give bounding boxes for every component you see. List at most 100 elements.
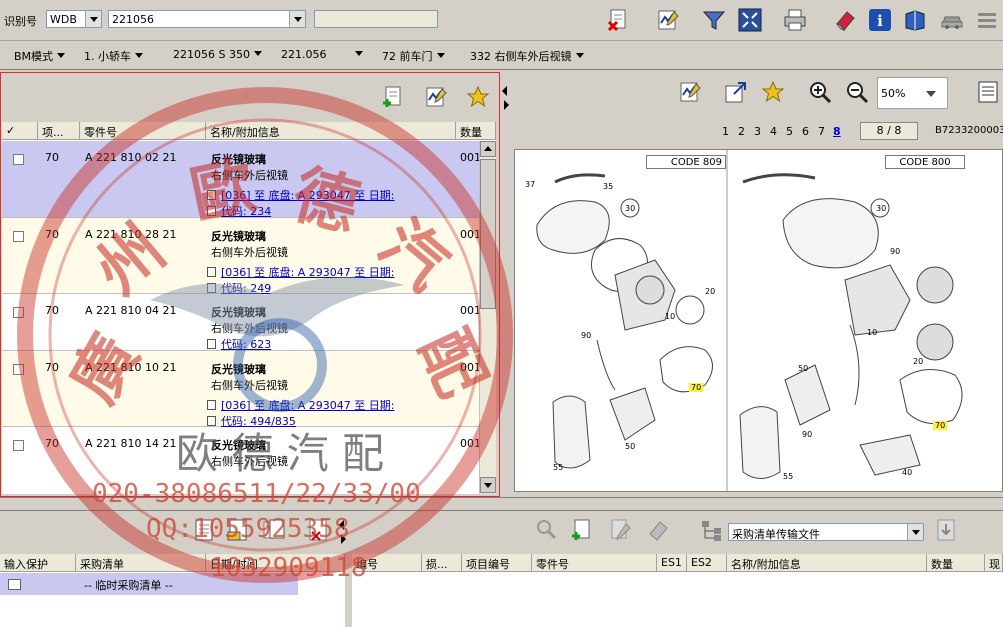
part-number: A 221 810 28 21 bbox=[85, 228, 177, 241]
page-link-8[interactable]: 8 bbox=[833, 125, 841, 138]
col-header-input-protect[interactable]: 输入保护 bbox=[0, 554, 76, 572]
scroll-thumb[interactable] bbox=[480, 159, 496, 309]
col-header-item[interactable]: 项... bbox=[38, 122, 80, 140]
col-header-check[interactable]: ✓ bbox=[2, 122, 38, 140]
ident-prefix-value: WDB bbox=[50, 13, 77, 26]
callout-label-highlight: 70 bbox=[933, 421, 948, 430]
page-link-5[interactable]: 5 bbox=[786, 125, 793, 138]
fullscreen-icon[interactable] bbox=[738, 8, 762, 32]
edit-chart-icon[interactable] bbox=[424, 85, 448, 109]
zoom-in-icon[interactable] bbox=[808, 80, 832, 104]
note-link-text[interactable]: [036] 至 底盘: A 293047 至 日期: bbox=[221, 189, 395, 202]
col-header-qty[interactable]: 数量 bbox=[927, 554, 985, 572]
code-link-text[interactable]: 代码: 234 bbox=[221, 205, 271, 218]
document-list-icon[interactable] bbox=[976, 80, 1000, 104]
table-row[interactable]: 70 A 221 810 04 21 反光镜玻璃 右侧车外后视镜 代码: 623… bbox=[2, 294, 481, 352]
part-note-link[interactable]: [036] 至 底盘: A 293047 至 日期: bbox=[207, 187, 395, 203]
col-header-qty[interactable]: 数量 bbox=[456, 122, 496, 140]
parts-scrollbar[interactable] bbox=[479, 141, 496, 494]
chevron-down-icon[interactable] bbox=[907, 524, 923, 540]
table-row[interactable]: 70 A 221 810 02 21 反光镜玻璃 右侧车外后视镜 [036] 至… bbox=[2, 141, 481, 219]
part-note-link[interactable]: [036] 至 底盘: A 293047 至 日期: bbox=[207, 397, 395, 413]
chevron-down-icon[interactable] bbox=[289, 11, 305, 27]
scroll-down-button[interactable] bbox=[480, 477, 496, 493]
note-link-text[interactable]: [036] 至 底盘: A 293047 至 日期: bbox=[221, 266, 395, 279]
code-link-text[interactable]: 代码: 623 bbox=[221, 338, 271, 351]
eraser-icon[interactable] bbox=[833, 8, 857, 32]
item-number: 70 bbox=[45, 228, 59, 241]
col-header-item-number[interactable]: 项目编号 bbox=[462, 554, 532, 572]
transfer-tree-icon[interactable] bbox=[700, 518, 724, 542]
breadcrumb-class[interactable]: 1. 小轿车 bbox=[84, 48, 143, 64]
zoom-out-icon[interactable] bbox=[845, 80, 869, 104]
star-icon[interactable] bbox=[761, 80, 785, 104]
col-header-part-number[interactable]: 零件号 bbox=[80, 122, 206, 140]
part-code-link[interactable]: 代码: 234 bbox=[207, 203, 271, 219]
splitter-collapse-left-icon[interactable] bbox=[502, 86, 507, 96]
part-note-link[interactable]: [036] 至 底盘: A 293047 至 日期: bbox=[207, 264, 395, 280]
transfer-file-select[interactable]: 采购清单传输文件 bbox=[728, 523, 924, 541]
chevron-down-icon bbox=[575, 53, 584, 58]
diagram-canvas[interactable]: CODE 809 CODE 800 37 35 30 20 90 10 70 5… bbox=[514, 149, 1003, 492]
breadcrumb-variant[interactable]: 221.056 bbox=[281, 48, 363, 61]
page-link-7[interactable]: 7 bbox=[818, 125, 825, 138]
delete-document-icon[interactable] bbox=[606, 8, 630, 32]
ident-extra-field[interactable] bbox=[314, 10, 438, 28]
eraser-icon[interactable] bbox=[646, 518, 670, 542]
col-header-name[interactable]: 名称/附加信息 bbox=[206, 122, 456, 140]
ident-number-combobox[interactable]: 221056 bbox=[108, 10, 306, 28]
temp-purchase-list-label: -- 临时采购清单 -- bbox=[84, 579, 173, 592]
add-document-icon[interactable] bbox=[381, 85, 405, 109]
breadcrumb-subgroup[interactable]: 332 右侧车外后视镜 bbox=[470, 48, 584, 64]
filter-icon[interactable] bbox=[702, 8, 726, 32]
page-count: 8 / 8 bbox=[860, 122, 918, 140]
add-document-icon[interactable] bbox=[570, 518, 594, 542]
col-header-es2[interactable]: ES2 bbox=[687, 554, 727, 572]
page-link-4[interactable]: 4 bbox=[770, 125, 777, 138]
page-link-3[interactable]: 3 bbox=[754, 125, 761, 138]
part-code-link[interactable]: 代码: 623 bbox=[207, 336, 271, 352]
col-header-es1[interactable]: ES1 bbox=[657, 554, 687, 572]
edit-chart-icon[interactable] bbox=[656, 8, 680, 32]
book-icon[interactable] bbox=[903, 8, 927, 32]
col-header-current[interactable]: 现 bbox=[985, 554, 1003, 572]
edit-document-icon[interactable] bbox=[608, 518, 632, 542]
star-icon[interactable] bbox=[466, 85, 490, 109]
info-icon[interactable]: i bbox=[868, 8, 892, 32]
callout-label: 40 bbox=[902, 468, 913, 477]
page-link-1[interactable]: 1 bbox=[722, 125, 729, 138]
page-link-6[interactable]: 6 bbox=[802, 125, 809, 138]
part-name: 反光镜玻璃 bbox=[211, 363, 266, 376]
note-link-text[interactable]: [036] 至 底盘: A 293047 至 日期: bbox=[221, 399, 395, 412]
breadcrumb-mode[interactable]: BM模式 bbox=[14, 48, 66, 64]
page-link-2[interactable]: 2 bbox=[738, 125, 745, 138]
search-tree-icon[interactable] bbox=[535, 518, 559, 542]
row-checkbox[interactable] bbox=[13, 154, 24, 165]
row-checkbox[interactable] bbox=[13, 307, 24, 318]
edit-chart-icon[interactable] bbox=[678, 80, 702, 104]
splitter-collapse-right-icon[interactable] bbox=[504, 100, 509, 110]
table-row[interactable]: 70 A 221 810 10 21 反光镜玻璃 右侧车外后视镜 [036] 至… bbox=[2, 351, 481, 428]
table-row[interactable]: 70 A 221 810 28 21 反光镜玻璃 右侧车外后视镜 [036] 至… bbox=[2, 218, 481, 295]
menu-icon[interactable] bbox=[975, 8, 999, 32]
ident-prefix-select[interactable]: WDB bbox=[46, 10, 102, 28]
chevron-down-icon[interactable] bbox=[926, 91, 936, 97]
zoom-value: 50% bbox=[881, 87, 906, 100]
row-checkbox[interactable] bbox=[13, 440, 24, 451]
scroll-up-button[interactable] bbox=[480, 141, 496, 157]
chevron-down-icon[interactable] bbox=[85, 11, 101, 27]
breadcrumb-group[interactable]: 72 前车门 bbox=[382, 48, 445, 64]
print-icon[interactable] bbox=[783, 8, 807, 32]
car-icon[interactable] bbox=[940, 8, 964, 32]
download-icon[interactable] bbox=[934, 518, 958, 542]
col-header-part-number[interactable]: 零件号 bbox=[532, 554, 657, 572]
col-header-purchase-list[interactable]: 采购清单 bbox=[76, 554, 206, 572]
col-header-name[interactable]: 名称/附加信息 bbox=[727, 554, 927, 572]
zoom-select[interactable]: 50% bbox=[877, 77, 948, 109]
resize-icon[interactable] bbox=[724, 80, 748, 104]
row-checkbox[interactable] bbox=[13, 364, 24, 375]
breadcrumb-model[interactable]: 221056 S 350 bbox=[173, 48, 262, 61]
col-header-damage[interactable]: 损... bbox=[422, 554, 462, 572]
chevron-down-icon bbox=[253, 51, 262, 56]
row-checkbox[interactable] bbox=[13, 231, 24, 242]
